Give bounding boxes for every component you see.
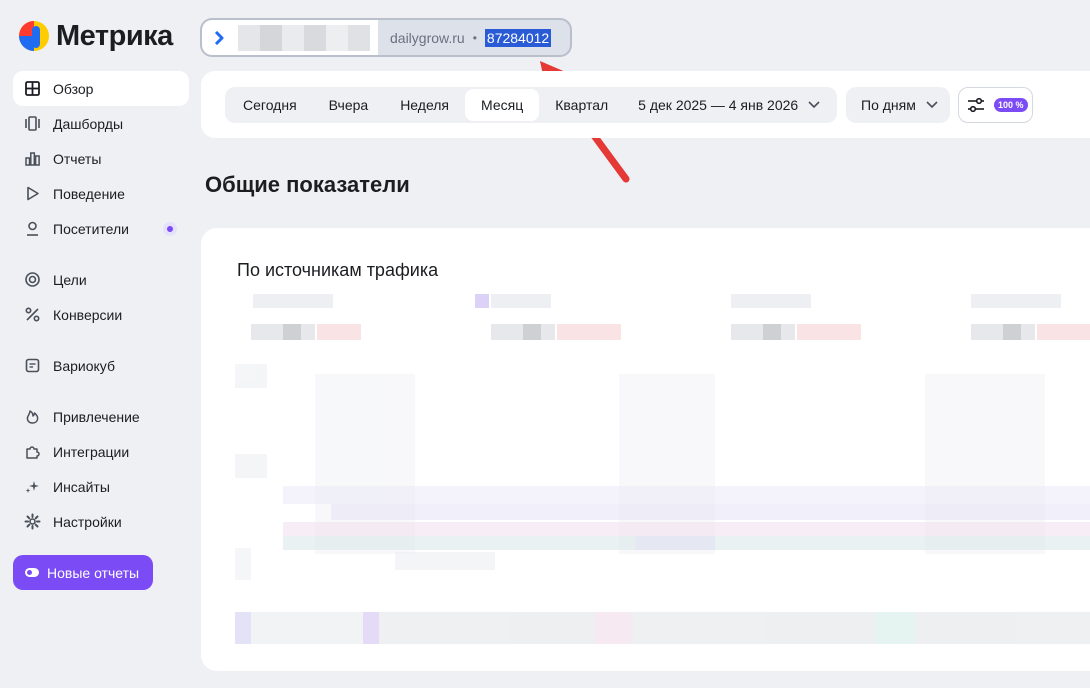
new-reports-button[interactable]: Новые отчеты [13,555,153,590]
sidebar-item-label: Дашборды [53,115,123,132]
redacted-counter-name [238,24,370,51]
page-title: Общие показатели [205,172,410,197]
counter-separator: • [472,30,477,45]
sample-badge: 100 % [994,98,1028,112]
sidebar-item-label: Отчеты [53,150,102,167]
user-icon [24,220,41,237]
filter-bar: Сегодня Вчера Неделя Месяц Квартал 5 дек… [201,71,1090,138]
sidebar-item-label: Обзор [53,80,94,97]
metrika-logo[interactable]: Метрика [18,18,173,54]
grouping-label: По дням [861,97,916,113]
date-range-label: 5 дек 2025 — 4 янв 2026 [638,97,799,113]
sidebar-item-label: Поведение [53,185,125,202]
sidebar-item-behavior[interactable]: Поведение [13,176,189,211]
flame-icon [24,408,41,425]
sidebar-item-label: Цели [53,271,87,288]
chevron-down-icon [808,101,820,109]
sidebar-item-label: Привлечение [53,408,140,425]
percent-icon [24,306,41,323]
toggle-icon [25,568,39,577]
sidebar-item-label: Конверсии [53,306,123,323]
grouping-select[interactable]: По дням [846,87,950,123]
traffic-sources-widget: По источникам трафика [201,228,1090,671]
widget-title: По источникам трафика [237,260,439,280]
target-icon [24,271,41,288]
date-range-picker[interactable]: 5 дек 2025 — 4 янв 2026 [624,97,820,113]
sidebar-item-label: Вариокуб [53,357,115,374]
metrika-logo-icon [19,21,49,51]
sidebar-item-label: Настройки [53,513,122,530]
period-selector: Сегодня Вчера Неделя Месяц Квартал 5 дек… [225,87,837,123]
metrika-app: Метрика dailygrow.ru • 87284012 Обзор Да… [0,0,1090,688]
sidebar-item-reports[interactable]: Отчеты [13,141,189,176]
period-today[interactable]: Сегодня [227,89,313,121]
sidebar-item-insights[interactable]: Инсайты [13,469,189,504]
sidebar-item-conversions[interactable]: Конверсии [13,297,189,332]
chevron-down-icon [926,101,938,109]
period-month[interactable]: Месяц [465,89,540,121]
sidebar-item-acquisition[interactable]: Привлечение [13,399,189,434]
report-settings-button[interactable]: 100 % [958,87,1033,123]
sidebar-item-visitors[interactable]: Посетители [13,211,189,246]
new-reports-label: Новые отчеты [47,564,140,581]
counter-name[interactable] [202,20,378,55]
counter-switcher[interactable]: dailygrow.ru • 87284012 [200,18,572,57]
gear-icon [24,513,41,530]
sidebar-item-dashboards[interactable]: Дашборды [13,106,189,141]
dashboards-icon [24,115,41,132]
puzzle-icon [24,443,41,460]
sidebar-item-label: Посетители [53,220,129,237]
new-badge-dot [163,222,177,236]
sidebar-item-label: Интеграции [53,443,130,460]
logo-text: Метрика [56,19,173,52]
sidebar-item-integrations[interactable]: Интеграции [13,434,189,469]
sidebar-item-variocube[interactable]: Вариокуб [13,348,189,383]
play-icon [24,185,41,202]
chevron-right-icon [214,30,224,45]
sidebar-item-label: Инсайты [53,478,110,495]
sidebar-item-settings[interactable]: Настройки [13,504,189,539]
period-week[interactable]: Неделя [384,89,465,121]
counter-domain: dailygrow.ru [390,29,465,46]
sidebar-nav: Обзор Дашборды Отчеты Поведение Посетите… [13,71,189,590]
counter-id[interactable]: 87284012 [484,28,552,47]
period-quarter[interactable]: Квартал [539,89,624,121]
sidebar-item-goals[interactable]: Цели [13,262,189,297]
variocube-icon [24,357,41,374]
sparkle-icon [24,478,41,495]
grid-icon [24,80,41,97]
sliders-icon [968,97,984,113]
period-yesterday[interactable]: Вчера [313,89,385,121]
reports-icon [24,150,41,167]
redacted-chart-content [235,294,1090,644]
sidebar-item-overview[interactable]: Обзор [13,71,189,106]
